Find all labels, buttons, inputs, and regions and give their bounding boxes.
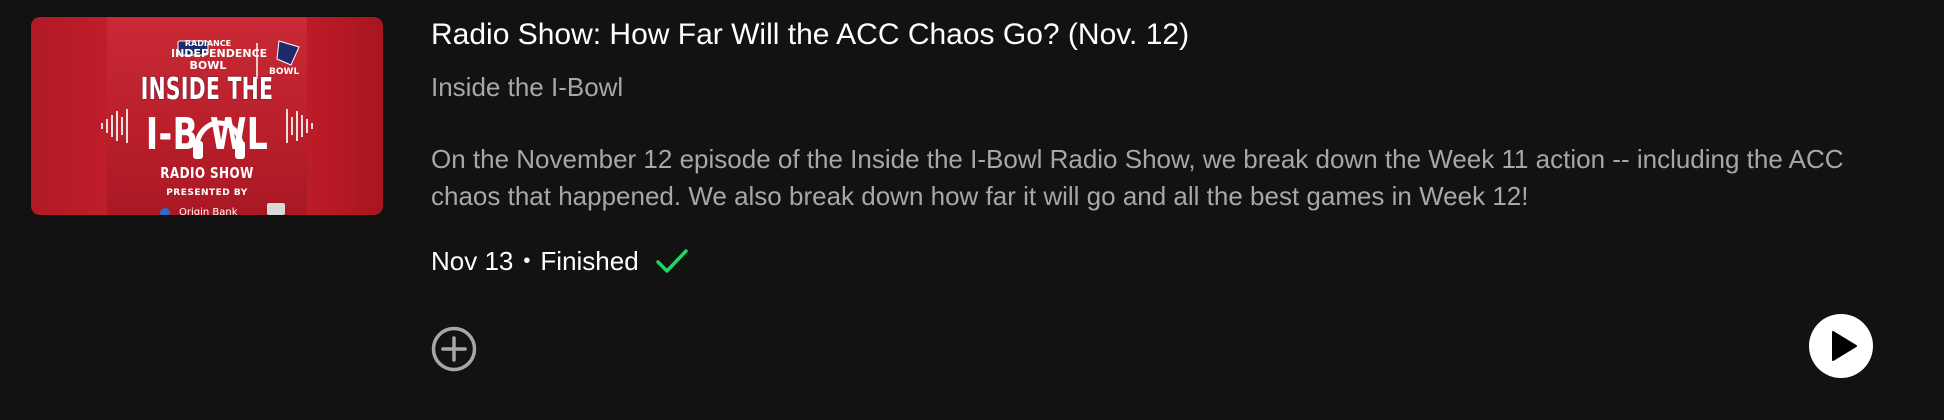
add-to-library-button[interactable] bbox=[430, 325, 478, 373]
check-icon bbox=[655, 247, 689, 275]
meta-separator: • bbox=[523, 249, 531, 272]
artwork-title-line2: I-B WL bbox=[145, 109, 269, 160]
show-name[interactable]: Inside the I-Bowl bbox=[431, 72, 623, 103]
add-circle-icon bbox=[431, 326, 477, 372]
episode-title[interactable]: Radio Show: How Far Will the ACC Chaos G… bbox=[431, 18, 1189, 52]
episode-status: Finished bbox=[540, 245, 639, 276]
artwork-sponsor: Origin Bank bbox=[179, 207, 238, 215]
episode-row[interactable]: RADIANCE INDEPENDENCE BOWL BOWL INSIDE T… bbox=[0, 0, 1944, 420]
artwork-presented-by: PRESENTED BY bbox=[166, 188, 248, 198]
play-button[interactable] bbox=[1809, 314, 1873, 378]
episode-date: Nov 13 bbox=[431, 245, 514, 276]
play-icon bbox=[1832, 331, 1857, 361]
artwork-title-line1: INSIDE THE bbox=[140, 72, 274, 107]
episode-description: On the November 12 episode of the Inside… bbox=[431, 144, 1844, 211]
episode-meta: Nov 13 • Finished bbox=[431, 245, 689, 277]
artwork-brand-left-line2: BOWL bbox=[189, 59, 227, 72]
artwork-subtitle: RADIO SHOW bbox=[160, 164, 254, 182]
episode-artwork[interactable]: RADIANCE INDEPENDENCE BOWL BOWL INSIDE T… bbox=[31, 17, 383, 215]
